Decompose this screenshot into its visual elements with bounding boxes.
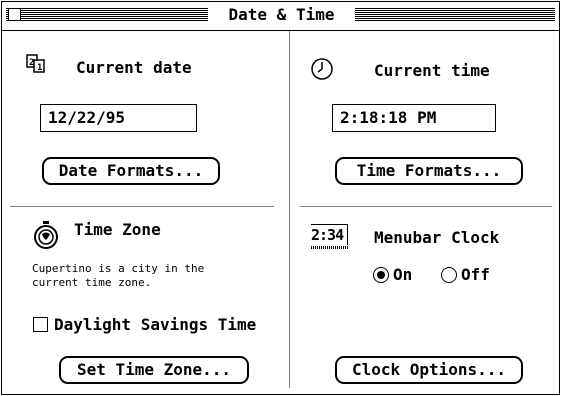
current-date-field[interactable]: 12/22/95 [40,104,197,132]
title-stripes-right [355,8,555,21]
clock-on-radio[interactable] [373,267,389,283]
date-time-window: Date & Time 2 1 Current date 12/22/95 Da… [1,1,560,395]
svg-text:1: 1 [37,63,42,73]
daylight-savings-checkbox[interactable] [33,317,48,332]
date-formats-button[interactable]: Date Formats... [42,157,220,185]
left-section-divider [10,206,274,207]
clock-icon [311,58,333,80]
daylight-savings-label[interactable]: Daylight Savings Time [54,315,256,335]
current-time-label: Current time [374,61,490,80]
time-zone-description-line2: current time zone. [32,276,152,289]
menubar-clock-label: Menubar Clock [374,228,500,247]
globe-stopwatch-icon [34,221,58,249]
current-time-field[interactable]: 2:18:18 PM [332,104,496,132]
menubar-clock-icon-text: 2:34 [311,224,348,245]
time-formats-button[interactable]: Time Formats... [335,157,523,185]
time-zone-description-line1: Cupertino is a city in the [32,262,205,275]
close-box[interactable] [8,8,21,21]
clock-off-label[interactable]: Off [461,265,490,285]
menubar-clock-icon: 2:34 [311,224,351,250]
menubar-clock-icon-shadow [311,246,349,249]
clock-options-button[interactable]: Clock Options... [335,356,523,384]
current-date-label: Current date [76,58,192,77]
vertical-divider [289,31,290,388]
set-time-zone-button[interactable]: Set Time Zone... [59,356,249,384]
clock-off-radio[interactable] [441,267,457,283]
title-stripes-left [6,8,208,21]
title-bar[interactable]: Date & Time [2,2,559,31]
time-zone-label: Time Zone [74,220,161,239]
calendar-icon: 2 1 [26,54,45,73]
svg-text:2: 2 [29,58,34,68]
window-title: Date & Time [208,5,355,25]
clock-on-label[interactable]: On [393,265,412,285]
right-section-divider [300,206,552,207]
